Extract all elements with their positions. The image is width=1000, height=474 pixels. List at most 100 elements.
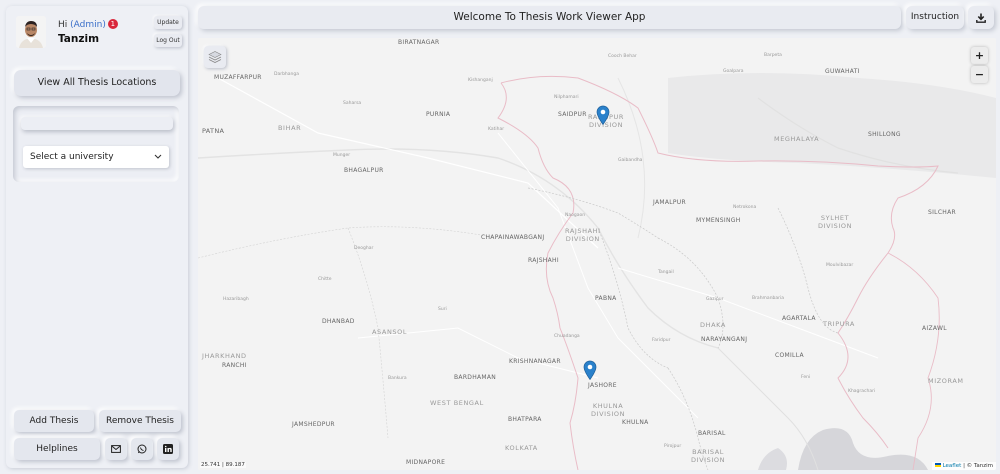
logout-button[interactable]: Log Out	[154, 34, 182, 47]
cursor-coordinates: 25.741 | 89.187	[200, 462, 246, 468]
map-marker-jashore[interactable]	[583, 360, 597, 381]
whatsapp-button[interactable]	[131, 438, 153, 460]
update-button[interactable]: Update	[154, 16, 182, 29]
map-label: Hazaribagh	[223, 297, 249, 302]
map-label: Gaibandha	[618, 158, 643, 163]
map-label: Kishanganj	[468, 78, 493, 83]
map-label: Saharsa	[343, 101, 362, 106]
map-label: WEST BENGAL	[430, 399, 484, 407]
download-button[interactable]	[968, 6, 994, 29]
thesis-map[interactable]: BIRATNAGAR MUZAFFARPUR Darbhanga Kishang…	[198, 38, 996, 470]
map-label: BHATPARA	[508, 416, 542, 423]
map-label: Pirojpur	[664, 444, 682, 449]
map-label: Brahmanbaria	[752, 296, 785, 301]
map-label: MIZORAM	[928, 377, 964, 385]
map-label: MUZAFFARPUR	[214, 74, 262, 81]
instruction-button[interactable]: Instruction	[906, 6, 964, 29]
map-label: KRISHNANAGAR	[509, 358, 561, 365]
map-label: DHAKA	[700, 321, 726, 329]
username: Tanzim	[58, 33, 100, 45]
map-label: BARDHAMAN	[454, 374, 497, 381]
sidebar: Hi (Admin) 1 Tanzim Update Log Out View A…	[6, 6, 188, 468]
map-label: Barpeta	[764, 53, 782, 58]
view-all-thesis-button[interactable]: View All Thesis Locations	[14, 70, 180, 96]
map-label: AIZAWL	[922, 325, 947, 332]
map-attribution: Leaflet | © Tanzim	[931, 462, 996, 470]
page-title: Welcome To Thesis Work Viewer App	[198, 6, 901, 29]
map-label: Naogaon	[565, 213, 586, 218]
map-label: MIDNAPORE	[406, 459, 446, 466]
map-label: KHULNA DIVISION	[591, 402, 626, 418]
map-label: Feni	[801, 375, 811, 380]
map-label: KOLKATA	[505, 444, 538, 452]
map-label: SYLHET DIVISION	[818, 214, 853, 230]
greeting-word: Hi	[58, 20, 68, 30]
location-pin-icon	[583, 360, 597, 381]
linkedin-button[interactable]	[157, 438, 179, 460]
map-label: Chitte	[318, 277, 332, 282]
helplines-button[interactable]: Helplines	[14, 438, 100, 460]
map-label: Bankura	[388, 376, 407, 381]
whatsapp-icon	[137, 444, 147, 454]
map-label: Deoghar	[354, 246, 374, 251]
map-label: JAMSHEDPUR	[292, 421, 335, 428]
map-label: BARISAL	[698, 430, 726, 437]
map-label: BIHAR	[278, 124, 302, 132]
flag-icon	[934, 463, 941, 467]
map-label: SILCHAR	[928, 209, 956, 216]
zoom-in-button[interactable]: +	[971, 47, 988, 64]
map-label: Munger	[333, 153, 351, 158]
leaflet-link[interactable]: Leaflet	[943, 463, 962, 469]
map-label: Cooch Behar	[608, 54, 637, 59]
map-marker-rangpur[interactable]	[596, 105, 610, 126]
map-label: JAMALPUR	[653, 199, 686, 206]
map-label: Tangail	[658, 270, 674, 275]
map-label: MEGHALAYA	[774, 135, 820, 143]
attribution-text: | © Tanzim	[963, 463, 993, 469]
mail-button[interactable]	[105, 438, 127, 460]
map-label: RAJSHAHI	[528, 257, 559, 264]
chevron-down-icon	[154, 146, 162, 177]
map-label: RAJSHAHI DIVISION	[565, 227, 601, 243]
zoom-out-button[interactable]: −	[971, 66, 988, 83]
layers-button[interactable]	[204, 46, 226, 68]
map-label: PABNA	[595, 295, 617, 302]
map-label: BARISAL DIVISION	[691, 448, 726, 464]
add-thesis-button[interactable]: Add Thesis	[14, 410, 94, 432]
notification-badge[interactable]: 1	[107, 19, 118, 29]
filter-bar	[21, 117, 173, 130]
map-label: Moulvibazar	[826, 263, 854, 268]
user-role: Admin	[73, 20, 103, 30]
map-label: SHILLONG	[868, 131, 901, 138]
map-label: COMILLA	[775, 352, 804, 359]
remove-thesis-button[interactable]: Remove Thesis	[99, 410, 181, 432]
map-label: PATNA	[202, 127, 225, 135]
map-label: BHAGALPUR	[344, 167, 384, 174]
map-label: Khagrachari	[848, 389, 876, 394]
map-label: KHULNA	[622, 419, 649, 426]
map-label: AGARTALA	[782, 315, 816, 322]
university-select-value: Select a university	[30, 152, 114, 162]
linkedin-icon	[163, 444, 173, 454]
map-label: GUWAHATI	[825, 68, 860, 75]
map-label: PURNIA	[426, 111, 451, 118]
map-label: JHARKHAND	[202, 352, 247, 360]
map-label: TRIPURA	[823, 320, 855, 328]
map-label: NARAYANGANJ	[701, 336, 748, 343]
map-label: Darbhanga	[274, 72, 300, 77]
map-label: Nilphamari	[554, 95, 579, 100]
layers-icon	[208, 51, 222, 63]
map-label: Faridpur	[652, 338, 671, 343]
map-label: Gazipur	[706, 297, 724, 302]
location-pin-icon	[596, 105, 610, 126]
university-select[interactable]: Select a university	[23, 146, 169, 168]
map-label: Chuadanga	[554, 334, 580, 339]
map-label: Suri	[438, 307, 447, 312]
map-label: ASANSOL	[372, 328, 408, 336]
map-label: SAIDPUR	[558, 111, 587, 118]
map-label: RANCHI	[222, 362, 247, 369]
map-label: CHAPAINAWABGANJ	[481, 234, 545, 241]
map-label: BIRATNAGAR	[398, 39, 440, 46]
avatar	[16, 16, 46, 48]
map-label: JASHORE	[588, 382, 617, 389]
